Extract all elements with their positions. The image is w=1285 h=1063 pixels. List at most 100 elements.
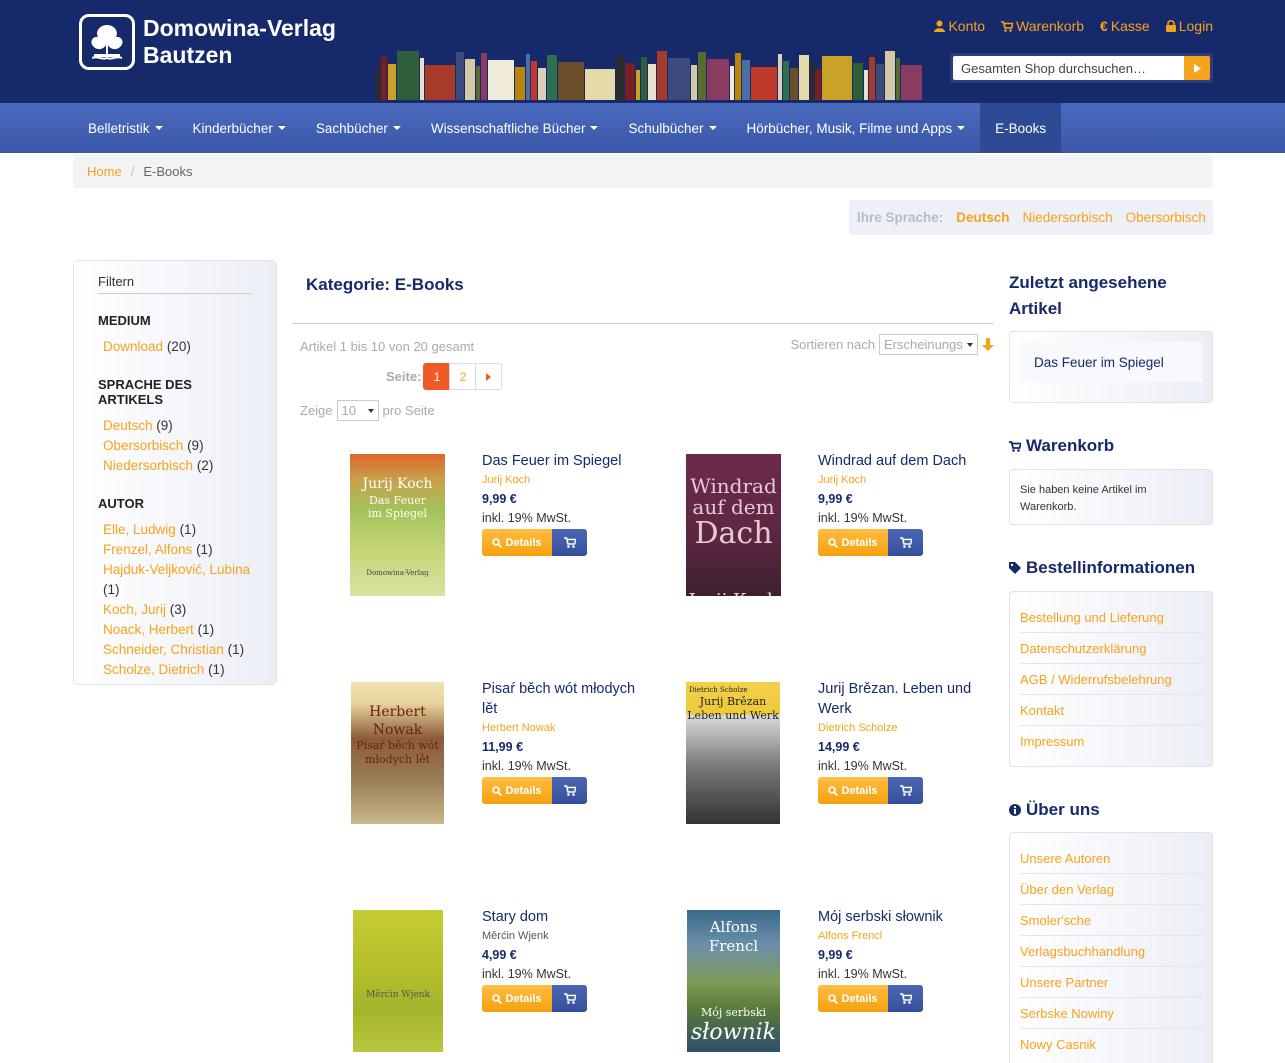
add-to-cart-button[interactable]	[888, 529, 923, 556]
filter-option-count: (1)	[179, 522, 197, 537]
page-1-button[interactable]: 1	[423, 363, 451, 390]
details-button[interactable]: Details	[482, 777, 552, 804]
chevron-down-icon	[392, 126, 401, 130]
add-to-cart-button[interactable]	[552, 985, 587, 1012]
account-link[interactable]: Konto	[934, 18, 985, 34]
filter-option-link[interactable]: Schneider, Christian	[103, 642, 224, 657]
search-input[interactable]	[953, 56, 1184, 80]
site-logo[interactable]: Domowina-Verlag Bautzen	[79, 14, 336, 70]
banner-book	[691, 65, 697, 100]
product-title-link[interactable]: Windrad auf dem Dach	[818, 451, 978, 471]
order-info-link-2[interactable]: AGB / Widerrufsbelehrung	[1020, 664, 1202, 695]
about-link-0[interactable]: Unsere Autoren	[1020, 843, 1202, 874]
recently-viewed-item[interactable]: Das Feuer im Spiegel	[1020, 342, 1202, 382]
nav-item-3[interactable]: Wissenschaftliche Bücher	[416, 103, 614, 153]
filter-option: Obersorbisch (9)	[98, 436, 252, 456]
order-info-link-4[interactable]: Impressum	[1020, 726, 1202, 757]
add-to-cart-button[interactable]	[888, 777, 923, 804]
product-cover-image[interactable]: Jurij Koch Das Feuer im Spiegel Domowina-Ve…	[350, 454, 445, 596]
banner-book	[388, 64, 396, 100]
pagination: Seite: 1 2	[386, 363, 503, 390]
filter-option-count: (1)	[227, 642, 245, 657]
sort-direction-arrow-icon[interactable]	[982, 338, 994, 351]
add-to-cart-button[interactable]	[552, 529, 587, 556]
details-button[interactable]: Details	[818, 985, 888, 1012]
checkout-link[interactable]: € Kasse	[1100, 18, 1150, 34]
filter-option-link[interactable]: Deutsch	[103, 418, 153, 433]
details-button[interactable]: Details	[482, 985, 552, 1012]
checkout-link-label: Kasse	[1110, 18, 1150, 34]
page-title: Kategorie: E-Books	[306, 275, 464, 294]
filter-option-link[interactable]: Download	[103, 339, 163, 354]
details-button-label: Details	[505, 536, 542, 549]
product-info: Windrad auf dem Dach Jurij Koch 9,99 € inkl…	[818, 451, 978, 556]
about-link-1[interactable]: Über den Verlag	[1020, 874, 1202, 905]
banner-book	[547, 55, 557, 100]
product-title-link[interactable]: Stary dom	[482, 907, 642, 927]
language-deutsch[interactable]: Deutsch	[956, 210, 1009, 225]
cover-text: Herbert Nowak	[369, 704, 426, 738]
product-cover-image[interactable]: Měrćin Wjenk	[353, 910, 443, 1052]
add-to-cart-button[interactable]	[888, 985, 923, 1012]
product-cover-image[interactable]: Alfons Frencl Mój serbski słownik	[687, 910, 780, 1052]
details-button[interactable]: Details	[818, 529, 888, 556]
details-button[interactable]: Details	[818, 777, 888, 804]
breadcrumb-home[interactable]: Home	[87, 164, 122, 179]
cart-icon	[1009, 440, 1021, 452]
page-2-button[interactable]: 2	[449, 363, 477, 390]
filter-option-link[interactable]: Scholze, Dietrich	[103, 662, 204, 677]
language-niedersorbisch[interactable]: Niedersorbisch	[1023, 210, 1113, 225]
product-author-link[interactable]: Dietrich Scholze	[818, 720, 978, 736]
nav-item-2[interactable]: Sachbücher	[301, 103, 416, 153]
nav-item-5[interactable]: Hörbücher, Musik, Filme und Apps	[732, 103, 981, 153]
product-price: 9,99 €	[818, 948, 853, 962]
nav-item-4[interactable]: Schulbücher	[613, 103, 731, 153]
cart-link[interactable]: Warenkorb	[1001, 18, 1084, 34]
next-page-button[interactable]	[475, 363, 503, 390]
nav-item-6[interactable]: E-Books	[980, 103, 1062, 153]
filter-option-link[interactable]: Hajduk-Veljković, Lubina	[103, 562, 250, 577]
banner-book	[636, 70, 640, 100]
filter-option-link[interactable]: Frenzel, Alfons	[103, 542, 192, 557]
about-link-5[interactable]: Serbske Nowiny	[1020, 998, 1202, 1029]
details-button[interactable]: Details	[482, 529, 552, 556]
product-cover-image[interactable]: Windradauf demDach Jurij Koch	[686, 454, 781, 596]
filter-option-link[interactable]: Niedersorbisch	[103, 458, 193, 473]
product-title-link[interactable]: Das Feuer im Spiegel	[482, 451, 642, 471]
banner-book	[515, 67, 525, 100]
language-obersorbisch[interactable]: Obersorbisch	[1126, 210, 1206, 225]
about-link-6[interactable]: Nowy Casnik	[1020, 1029, 1202, 1060]
banner-book	[876, 64, 884, 100]
login-link[interactable]: Login	[1165, 18, 1213, 34]
brand-line-2: Bautzen	[143, 42, 233, 68]
filter-option-link[interactable]: Noack, Herbert	[103, 622, 194, 637]
nav-item-0[interactable]: Belletristik	[73, 103, 178, 153]
add-to-cart-button[interactable]	[552, 777, 587, 804]
product-tax-note: inkl. 19% MwSt.	[482, 967, 571, 981]
product-author-link[interactable]: Jurij Koch	[818, 472, 978, 488]
filter-option-link[interactable]: Elle, Ludwig	[103, 522, 176, 537]
product-author-link[interactable]: Herbert Nowak	[482, 720, 642, 736]
product-cover-image[interactable]: Herbert Nowak Pisaŕ běch wót młodych lět	[351, 682, 444, 824]
product-tax-note: inkl. 19% MwSt.	[482, 511, 571, 525]
search-button[interactable]	[1184, 56, 1210, 80]
per-page-select[interactable]: 10	[336, 400, 379, 421]
order-info-link-3[interactable]: Kontakt	[1020, 695, 1202, 726]
product-title-link[interactable]: Pisaŕ běch wót młodych lět	[482, 679, 642, 719]
product-author-link[interactable]: Měrćin Wjenk	[482, 928, 642, 944]
product-author-link[interactable]: Jurij Koch	[482, 472, 642, 488]
sort-select[interactable]: Erscheinungs	[879, 334, 978, 355]
filter-option-link[interactable]: Obersorbisch	[103, 438, 183, 453]
product-title-link[interactable]: Mój serbski słownik	[818, 907, 978, 927]
nav-item-1[interactable]: Kinderbücher	[178, 103, 301, 153]
product-title-link[interactable]: Jurij Brězan. Leben und Werk	[818, 679, 978, 719]
order-info-link-1[interactable]: Datenschutzerklärung	[1020, 633, 1202, 664]
about-link-4[interactable]: Unsere Partner	[1020, 967, 1202, 998]
product-cover-image[interactable]: Dietrich Scholze Jurij Brězan Leben und We…	[686, 682, 780, 824]
filter-option-link[interactable]: Koch, Jurij	[103, 602, 166, 617]
about-link-3[interactable]: Verlagsbuchhandlung	[1020, 936, 1202, 967]
product-author-link[interactable]: Alfons Frencl	[818, 928, 978, 944]
order-info-link-0[interactable]: Bestellung und Lieferung	[1020, 602, 1202, 633]
about-link-2[interactable]: Smoler'sche	[1020, 905, 1202, 936]
search-icon	[492, 993, 503, 1004]
